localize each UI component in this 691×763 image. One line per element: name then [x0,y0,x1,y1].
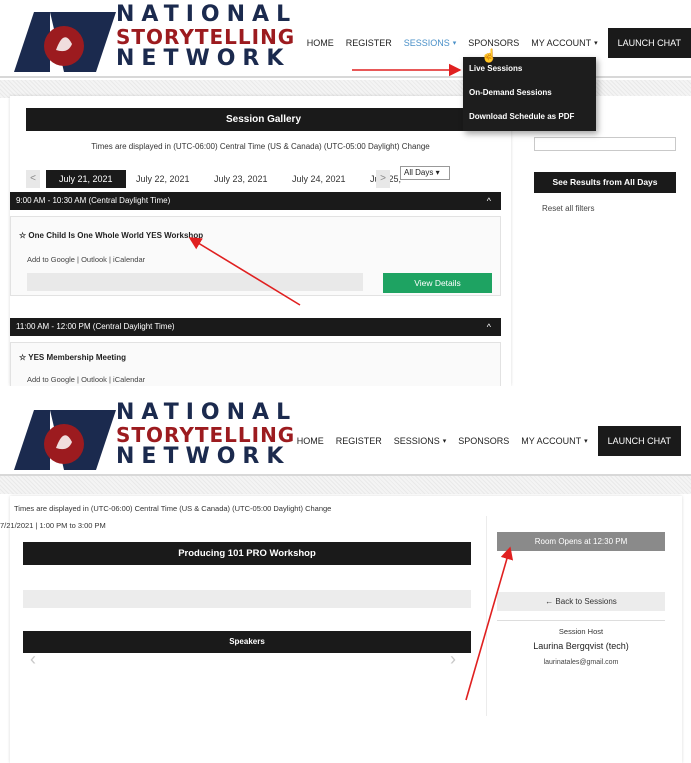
time-slot-header[interactable]: 9:00 AM - 10:30 AM (Central Daylight Tim… [10,192,501,210]
gallery-title: Session Gallery [26,108,501,131]
logo-national: NATIONAL [116,2,298,27]
nav-home[interactable]: HOME [291,426,330,456]
calendar-links[interactable]: Add to Google | Outlook | iCalendar [27,255,145,264]
chevron-down-icon: ▾ [594,40,598,47]
logo-storytelling: STORYTELLING [116,25,296,49]
nav-sessions[interactable]: SESSIONS ▾ [398,28,463,58]
timezone-note[interactable]: Times are displayed in (UTC-06:00) Centr… [10,142,511,151]
nav-register[interactable]: REGISTER [340,28,398,58]
logo-network: NETWORK [116,444,291,469]
nav-account-label: MY ACCOUNT [531,38,592,48]
nav-account-label: MY ACCOUNT [521,436,582,446]
speakers-header: Speakers [23,631,471,653]
star-icon[interactable]: ☆ [19,353,26,362]
reset-filters-link[interactable]: Reset all filters [542,204,594,213]
session-title[interactable]: ☆ YES Membership Meeting [19,353,126,362]
session-host-name: Laurina Bergqvist (tech) [533,641,629,651]
nav-my-account[interactable]: MY ACCOUNT ▾ [525,28,603,58]
room-opens-button[interactable]: Room Opens at 12:30 PM [497,532,665,551]
site-header: NATIONAL STORYTELLING NETWORK HOME REGIS… [0,398,691,476]
session-host-label: Session Host [558,627,604,636]
filter-search-input[interactable] [534,137,676,151]
chevron-up-icon: ^ [486,196,491,206]
sessions-dropdown-menu: Live Sessions On-Demand Sessions Downloa… [463,57,596,131]
date-prev-button[interactable]: < [26,170,40,188]
session-placeholder-bar [23,590,471,608]
view-details-button[interactable]: View Details [383,273,492,293]
session-gallery-card: Session Gallery Times are displayed in (… [10,96,511,386]
filter-sidebar: See Results from All Days Reset all filt… [516,96,691,386]
session-title[interactable]: ☆ One Child Is One Whole World YES Works… [19,231,203,240]
nsn-logo[interactable]: NATIONAL STORYTELLING NETWORK [12,4,294,76]
logo-storytelling: STORYTELLING [116,423,296,447]
nsn-logo-mark-icon [14,12,116,72]
menu-item-download-pdf[interactable]: Download Schedule as PDF [463,105,596,129]
session-title-text: One Child Is One Whole World YES Worksho… [28,231,204,240]
session-host-email[interactable]: laurinatales@gmail.com [497,659,665,666]
back-to-sessions-button[interactable]: ← Back to Sessions [497,592,665,611]
nsn-logo-mark-icon [14,410,116,470]
chevron-down-icon: ▾ [584,438,588,445]
screenshot-session-detail: NATIONAL STORYTELLING NETWORK HOME REGIS… [0,398,691,763]
chevron-down-icon: ▾ [452,40,457,47]
logo-national: NATIONAL [116,400,298,425]
days-select[interactable]: All Days ▾ [400,166,450,180]
date-tab-jul-21[interactable]: July 21, 2021 [46,170,126,188]
host-divider [497,620,665,621]
days-select-value: All Days [404,168,434,177]
carousel-prev-icon[interactable]: ‹ [30,649,36,670]
chevron-up-icon: ^ [486,322,491,332]
time-slot-label: 11:00 AM - 12:00 PM (Central Daylight Ti… [16,322,175,331]
date-tab-jul-22[interactable]: July 22, 2021 [136,170,190,188]
date-tab-jul-24[interactable]: July 24, 2021 [292,170,346,188]
date-next-button[interactable]: > [376,170,390,188]
nav-home[interactable]: HOME [301,28,340,58]
date-tab-jul-23[interactable]: July 23, 2021 [214,170,268,188]
launch-chat-button[interactable]: LAUNCH CHAT [607,28,691,58]
session-detail-card: Times are displayed in (UTC-06:00) Centr… [0,496,682,763]
nav-sessions-label: SESSIONS [403,38,450,48]
logo-network: NETWORK [116,46,291,71]
see-results-all-days-button[interactable]: See Results from All Days [534,172,676,193]
session-placeholder-bar [27,273,363,291]
hand-pointer-icon: ☝ [481,48,498,63]
time-slot-header[interactable]: 11:00 AM - 12:00 PM (Central Daylight Ti… [10,318,501,336]
menu-item-on-demand-sessions[interactable]: On-Demand Sessions [463,81,596,105]
calendar-links[interactable]: Add to Google | Outlook | iCalendar [27,375,145,384]
timezone-note[interactable]: Times are displayed in (UTC-06:00) Centr… [14,504,331,513]
nav-sessions-label: SESSIONS [393,436,440,446]
main-nav: HOME REGISTER SESSIONS ▾ SPONSORS MY ACCO… [291,426,681,456]
session-title-bar: Producing 101 PRO Workshop [23,542,471,565]
nav-sponsors[interactable]: SPONSORS [452,426,515,456]
star-icon[interactable]: ☆ [19,231,26,240]
nav-my-account[interactable]: MY ACCOUNT ▾ [515,426,593,456]
time-slot-label: 9:00 AM - 10:30 AM (Central Daylight Tim… [16,196,171,205]
chevron-down-icon: ▾ [442,438,447,445]
screenshot-session-gallery: NATIONAL STORYTELLING NETWORK HOME REGIS… [0,0,691,386]
session-item: ☆ YES Membership Meeting Add to Google |… [10,342,501,386]
nav-sessions[interactable]: SESSIONS ▾ [388,426,453,456]
session-title-text: YES Membership Meeting [28,353,127,362]
nav-register[interactable]: REGISTER [330,426,388,456]
column-divider [486,516,487,716]
header-pattern-strip [0,476,691,494]
session-date-time: 7/21/2021 | 1:00 PM to 3:00 PM [0,521,106,530]
nsn-logo[interactable]: NATIONAL STORYTELLING NETWORK [12,402,294,474]
carousel-next-icon[interactable]: › [450,649,456,670]
launch-chat-button[interactable]: LAUNCH CHAT [597,426,681,456]
